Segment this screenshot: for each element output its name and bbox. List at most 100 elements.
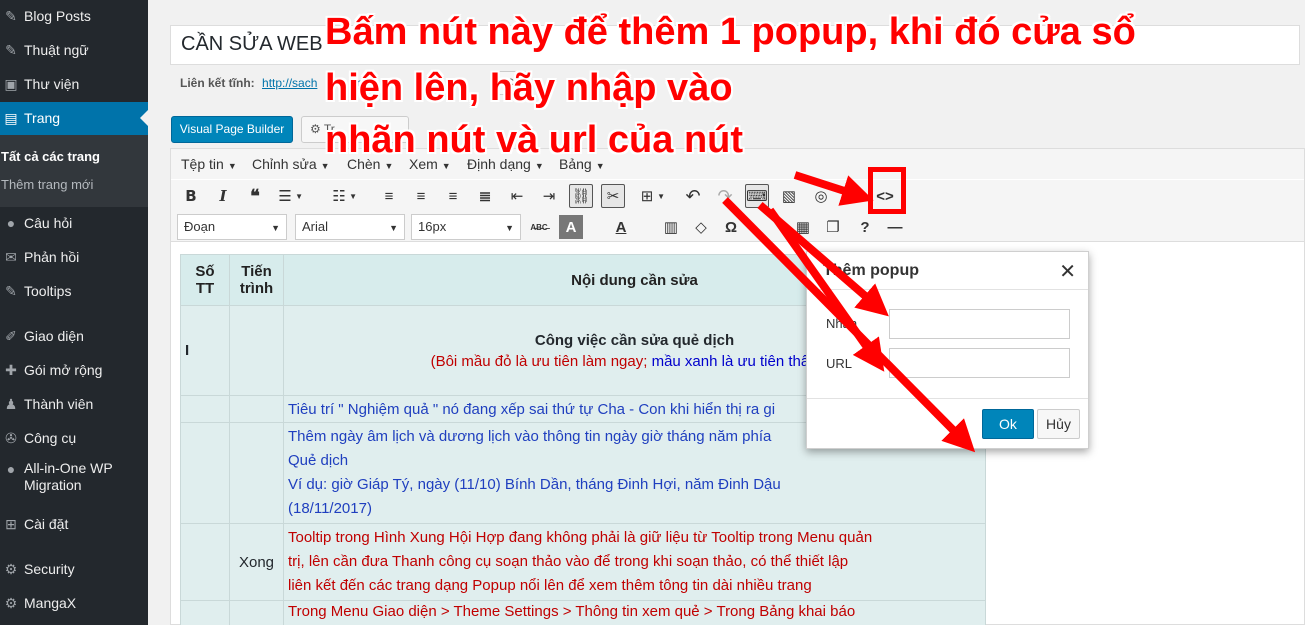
sidebar-item-label: Phản hồi <box>24 248 80 265</box>
row-4-content: Trong Menu Giao diện > Theme Settings > … <box>283 600 986 625</box>
sidebar-item-thanh-vien[interactable]: ♟ Thành viên <box>0 389 148 419</box>
media-icon: ▣ <box>4 75 18 92</box>
sidebar-item-label: Tooltips <box>24 282 72 299</box>
wrench-icon: ✇ <box>5 429 17 446</box>
blockquote-icon[interactable]: ❝ <box>243 184 267 208</box>
sidebar-item-thuat-ngu[interactable]: ✎ Thuật ngữ <box>0 35 148 65</box>
editor-toolbar-2: Đoạn ▼ Arial ▼ 16px ▼ A̶B̶C̶ A A ▥ ◇ Ω ▦ ❐ … <box>171 212 1304 242</box>
align-center-icon[interactable]: ≡ <box>409 184 433 208</box>
caret-down-icon: ▼ <box>320 161 330 171</box>
table-cell <box>229 395 284 423</box>
row-3-line: trị, lên cần đưa Thanh công cụ soạn thảo… <box>288 553 849 570</box>
caret-down-icon: ▼ <box>505 223 514 233</box>
row-2-line: Quẻ dịch <box>288 452 349 469</box>
paste-text-icon[interactable]: ▥ <box>659 215 683 239</box>
sidebar-item-label: Thành viên <box>24 395 94 412</box>
align-left-icon[interactable]: ≡ <box>377 184 401 208</box>
row-2-line: (18/11/2017) <box>288 500 372 517</box>
builder-icon: ⚙ <box>310 122 324 136</box>
caret-down-icon: ▼ <box>441 161 451 171</box>
sidebar-item-trang[interactable]: ▤ Trang <box>0 102 148 135</box>
sidebar-item-goi-mo-rong[interactable]: ✚ Gói mở rộng <box>0 355 148 385</box>
sidebar-item-cau-hoi[interactable]: ● Câu hỏi <box>0 208 148 238</box>
user-icon: ♟ <box>4 395 18 412</box>
copy-icon[interactable]: ❐ <box>821 215 845 239</box>
menu-file[interactable]: Tệp tin ▼ <box>181 156 237 172</box>
submenu-add-new-page[interactable]: Thêm trang mới <box>1 177 93 192</box>
plugin-icon: ✚ <box>5 361 17 378</box>
indent-icon[interactable]: ⇥ <box>537 184 561 208</box>
media-embed-icon[interactable]: ◎ <box>809 184 833 208</box>
horizontal-rule-icon[interactable]: — <box>883 215 907 239</box>
sidebar-item-giao-dien[interactable]: ✐ Giao diện <box>0 321 148 351</box>
sidebar-item-thu-vien[interactable]: ▣ Thư viện <box>0 69 148 99</box>
sidebar-item-tooltips[interactable]: ✎ Tooltips <box>0 276 148 306</box>
permalink-url[interactable]: http://sach <box>262 76 317 90</box>
table-cell <box>229 422 284 524</box>
sidebar-item-cong-cu[interactable]: ✇ Công cụ <box>0 423 148 453</box>
menu-edit[interactable]: Chỉnh sửa ▼ <box>252 156 330 172</box>
text-color-icon[interactable]: A <box>609 215 633 239</box>
cancel-button[interactable]: Hủy <box>1037 409 1080 439</box>
caret-down-icon: ▼ <box>227 161 237 171</box>
submenu-all-pages[interactable]: Tất cả các trang <box>1 149 100 164</box>
row-3-status: Xong <box>229 523 284 601</box>
caret-down-icon: ▼ <box>384 161 394 171</box>
url-field-label: URL <box>826 356 853 371</box>
caret-down-icon: ▼ <box>389 223 398 233</box>
table-icon[interactable]: ⊞ ▼ <box>635 184 665 208</box>
sidebar-item-phan-hoi[interactable]: ✉ Phản hồi <box>0 242 148 272</box>
font-family-select[interactable]: Arial ▼ <box>295 214 405 240</box>
strikethrough-icon[interactable]: A̶B̶C̶ <box>527 215 551 239</box>
clear-format-icon[interactable]: ◇ <box>689 215 713 239</box>
align-justify-icon[interactable]: ≣ <box>473 184 497 208</box>
sidebar-item-security[interactable]: ⚙ Security <box>0 554 148 584</box>
align-right-icon[interactable]: ≡ <box>441 184 465 208</box>
italic-icon[interactable]: I <box>211 184 235 208</box>
pin-icon: ✎ <box>5 282 17 299</box>
table-cell <box>180 600 230 625</box>
annotation-line-3: nhãn nút và url của nút <box>325 119 744 161</box>
caret-down-icon: ▼ <box>534 161 544 171</box>
row-3-content: Tooltip trong Hình Xung Hội Hợp đang khô… <box>283 523 986 601</box>
close-icon[interactable]: ✕ <box>1059 259 1076 284</box>
special-char-icon[interactable]: Ω <box>719 215 743 239</box>
sidebar-item-mangax[interactable]: ⚙ MangaX <box>0 588 148 618</box>
question-icon: ● <box>6 215 16 231</box>
ok-button[interactable]: Ok <box>982 409 1034 439</box>
visual-page-builder-button[interactable]: Visual Page Builder <box>171 116 293 143</box>
dialog-header: Thêm popup ✕ <box>807 252 1088 290</box>
row-3-line: Tooltip trong Hình Xung Hội Hợp đang khô… <box>288 529 873 546</box>
background-color-icon[interactable]: A <box>559 215 583 239</box>
outdent-icon[interactable]: ⇤ <box>505 184 529 208</box>
label-field-label: Nhãn <box>826 316 858 331</box>
table-cell <box>180 395 230 423</box>
gear-icon: ⚙ <box>4 560 18 577</box>
unlink-icon[interactable]: ✂ <box>601 184 625 208</box>
redo-icon[interactable]: ↷ <box>713 184 737 208</box>
table-cell <box>229 600 284 625</box>
header-stt: Số TT <box>180 254 230 306</box>
sidebar-item-cai-dat[interactable]: ⊞ Cài đặt <box>0 509 148 539</box>
caret-down-icon: ▼ <box>595 161 605 171</box>
insert-block-icon[interactable]: ▦ <box>791 215 815 239</box>
sidebar-item-label: Thuật ngữ <box>24 41 89 58</box>
bold-icon[interactable]: B <box>179 184 203 208</box>
image-icon[interactable]: ▧ <box>777 184 801 208</box>
help-icon[interactable]: ? <box>853 215 877 239</box>
row-3-line: liên kết đến các trang dạng Popup nổi lê… <box>288 577 812 594</box>
row-2-line: Ví dụ: giờ Giáp Tý, ngày (11/10) Bính Dầ… <box>288 476 781 493</box>
label-input[interactable] <box>889 309 1070 339</box>
sidebar-item-label: All-in-One WP Migration <box>24 460 113 493</box>
bullet-list-icon[interactable]: ☰ ▼ <box>273 184 303 208</box>
sidebar-item-blog-posts[interactable]: ✎ Blog Posts <box>0 1 148 31</box>
numbered-list-icon[interactable]: ☷ ▼ <box>327 184 357 208</box>
url-input[interactable] <box>889 348 1070 378</box>
fullscreen-icon[interactable]: ⤢ <box>841 184 865 208</box>
keyboard-icon[interactable]: ⌨ <box>745 184 769 208</box>
format-select[interactable]: Đoạn ▼ <box>177 214 287 240</box>
link-icon[interactable]: ⛓ <box>569 184 593 208</box>
undo-icon[interactable]: ↶ <box>681 184 705 208</box>
font-size-select[interactable]: 16px ▼ <box>411 214 521 240</box>
sidebar-item-all-in-one-migration[interactable]: ● All-in-One WP Migration <box>0 460 148 502</box>
